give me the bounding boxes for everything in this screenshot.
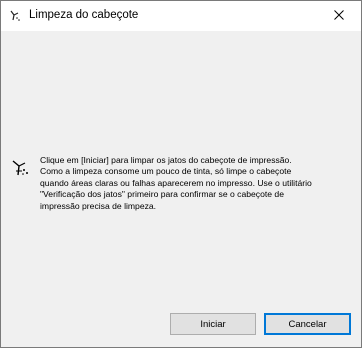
dialog-window: Limpeza do cabeçote Clique em [Iniciar] … (0, 0, 362, 348)
head-cleaning-icon (11, 157, 31, 177)
close-icon (334, 10, 344, 22)
close-button[interactable] (317, 1, 361, 31)
cancel-button[interactable]: Cancelar (264, 313, 351, 335)
instruction-text: Clique em [Iniciar] para limpar os jatos… (40, 155, 312, 211)
dialog-content: Clique em [Iniciar] para limpar os jatos… (1, 31, 361, 347)
window-title: Limpeza do cabeçote (29, 9, 139, 21)
printer-head-icon (8, 9, 22, 23)
start-button[interactable]: Iniciar (170, 313, 256, 335)
title-bar[interactable]: Limpeza do cabeçote (1, 1, 361, 31)
